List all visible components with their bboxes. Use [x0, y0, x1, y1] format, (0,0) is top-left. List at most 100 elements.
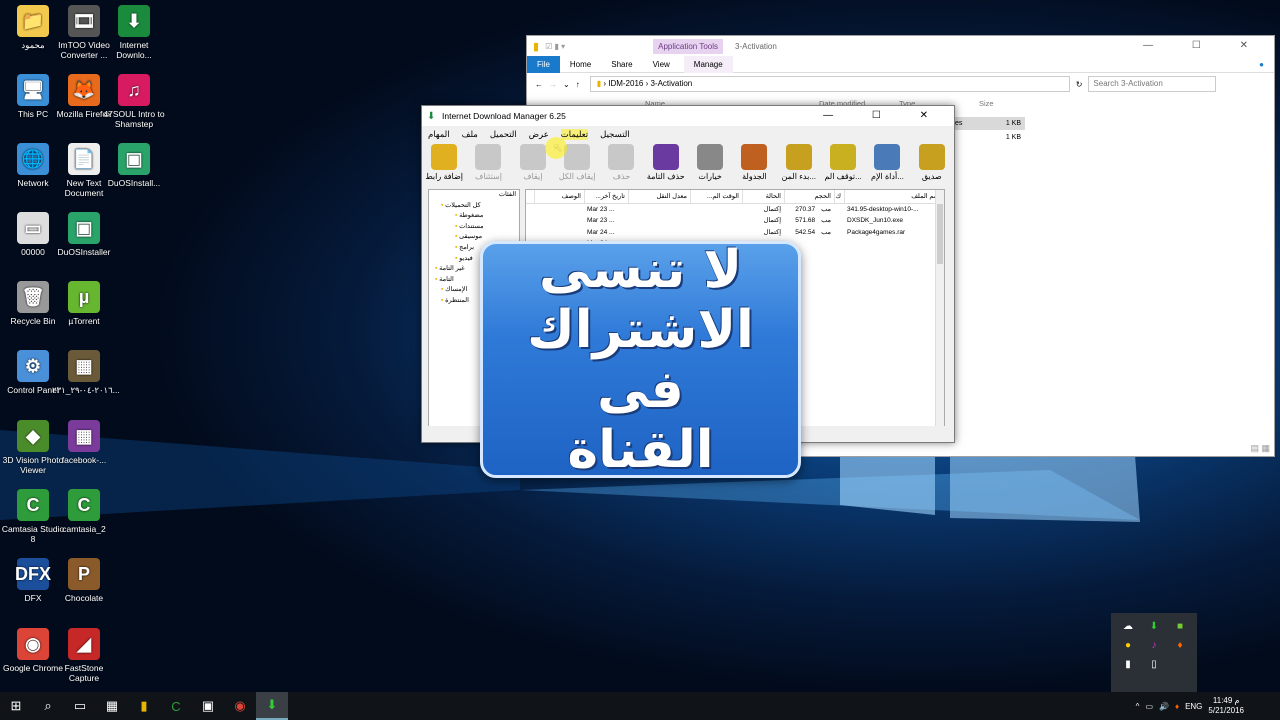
up-icon[interactable]: ↑	[576, 80, 580, 89]
search-input[interactable]: Search 3-Activation	[1088, 76, 1217, 92]
window-controls[interactable]: — ☐ ✕	[1143, 40, 1266, 51]
desktop-icon[interactable]: ♫ 47SOUL Intro to Shamstep	[102, 74, 166, 129]
idm-toolbar-button[interactable]: توقف الم...	[821, 144, 865, 181]
download-row[interactable]: 341.95-desktop-win10-... مب 270.37 إكتمال Ma…	[526, 204, 944, 215]
tray-overflow-popup[interactable]: ☁ ⬇ ■ ● ♪ ♦ ▮ ▯	[1111, 613, 1197, 692]
idm-menu-item[interactable]: تعليمات	[560, 128, 589, 140]
tray-flame-icon[interactable]: ♦	[1167, 640, 1193, 651]
chrome-taskbar-icon[interactable]: ◉	[224, 692, 256, 720]
row-empty-cell	[834, 204, 844, 215]
idm-toolbar-button[interactable]: إستئناف	[466, 144, 510, 181]
column-header[interactable]: الحالة	[742, 190, 784, 203]
tab-view[interactable]: View	[643, 56, 680, 73]
usb-icon[interactable]: ▮	[1115, 659, 1141, 670]
idm-menu-item[interactable]: عرض	[529, 129, 549, 140]
idm-taskbar-icon[interactable]: ⬇	[256, 692, 288, 720]
tab-share[interactable]: Share	[601, 56, 642, 73]
desktop-icon[interactable]: µ µTorrent	[52, 281, 116, 326]
clock[interactable]: 11:49 م 5/21/2016	[1208, 696, 1244, 716]
context-tab-application-tools[interactable]: Application Tools	[653, 38, 723, 54]
toolbar-icon	[564, 144, 591, 170]
back-icon[interactable]: ←	[535, 80, 543, 89]
column-header[interactable]: معدل النقل	[628, 190, 690, 203]
desktop-icon-label: ٢٠١٦-٠٤-٢٩_٢٣١...	[52, 385, 120, 395]
idm-toolbar-button[interactable]: حذف التامة	[644, 144, 688, 181]
tray-media-icon[interactable]: ♪	[1141, 640, 1167, 651]
desktop-icon[interactable]: ▣ DuOSInstall...	[102, 143, 166, 188]
desktop-icon[interactable]: ▦ facebook-...	[52, 420, 116, 465]
column-header[interactable]: الحجم	[784, 190, 834, 203]
nvidia-icon[interactable]: ■	[1167, 621, 1193, 632]
tab-file[interactable]: File	[527, 55, 560, 73]
view-toggle-icons[interactable]: ▤ ▦	[1250, 443, 1270, 454]
breadcrumb-3activation[interactable]: 3-Activation	[650, 79, 692, 88]
idm-menu-item[interactable]: المهام	[428, 129, 450, 140]
app-icon: P	[68, 558, 100, 590]
notification-icon-fire[interactable]: ♦	[1175, 702, 1179, 711]
network-icon[interactable]: ▭	[1145, 702, 1153, 711]
help-icon[interactable]: ●	[1249, 56, 1274, 73]
breadcrumb-idm2016[interactable]: IDM-2016	[608, 79, 643, 88]
forward-icon[interactable]: →	[549, 80, 557, 89]
idm-toolbar-button[interactable]: الجدولة	[732, 144, 776, 181]
idm-tray-icon[interactable]: ⬇	[1141, 621, 1167, 632]
quick-access-icons[interactable]: ☑ ▮ ▾	[545, 42, 565, 51]
category-item[interactable]: ▪ مضغوطة	[433, 211, 519, 222]
tab-manage[interactable]: Manage	[683, 55, 733, 73]
start-button[interactable]: ⊞	[0, 692, 32, 720]
idm-toolbar-button[interactable]: حذف	[599, 144, 643, 181]
column-header[interactable]: تاريخ آخر...	[584, 190, 628, 203]
taskbar-video-app-icon[interactable]: ▦	[96, 692, 128, 720]
download-list-header: إسم الملف ك الحجم الحالة الوقت الم... معدل ال…	[526, 190, 944, 204]
idm-window-controls[interactable]: — ☐ ✕	[823, 110, 946, 121]
refresh-icon[interactable]: ↻	[1076, 80, 1083, 89]
toolbar-label: الجدولة	[742, 172, 767, 181]
column-header[interactable]: الوصف	[534, 190, 584, 203]
volume-icon[interactable]: 🔊	[1159, 702, 1169, 711]
desktop-icon[interactable]: ⬇ Internet Downlo...	[102, 5, 166, 60]
toolbar-icon	[918, 144, 945, 170]
row-empty-cell	[834, 317, 844, 328]
desktop-icon[interactable]: ▣ DuOSInstaller	[52, 212, 116, 257]
file-explorer-taskbar-icon[interactable]: ▮	[128, 692, 160, 720]
category-item[interactable]: ▪ مستندات	[433, 222, 519, 233]
idm-toolbar-button[interactable]: بدء المن...	[777, 144, 821, 181]
idm-menu-item[interactable]: التحميل	[490, 129, 517, 140]
address-bar[interactable]: ▮ › IDM-2016 › 3-Activation	[589, 76, 1070, 92]
desktop-icon[interactable]: P Chocolate	[52, 558, 116, 603]
camtasia-taskbar-icon[interactable]: C	[160, 692, 192, 720]
column-header[interactable]: الوقت الم...	[690, 190, 742, 203]
search-icon[interactable]: ⌕	[32, 692, 64, 720]
col-size[interactable]: Size	[979, 99, 994, 108]
tab-home[interactable]: Home	[560, 56, 601, 73]
tray-app-icon[interactable]: ●	[1115, 640, 1141, 651]
row-name	[844, 373, 944, 384]
idm-toolbar-button[interactable]: إضافة رابط	[422, 144, 466, 181]
recent-icon[interactable]: ⌄	[563, 80, 570, 89]
column-header[interactable]: ك	[834, 190, 844, 203]
tray-up-arrow-icon[interactable]: ^	[1136, 702, 1140, 711]
idm-toolbar-button[interactable]: خيارات	[688, 144, 732, 181]
idm-toolbar-button[interactable]: أداة الإم...	[865, 144, 909, 181]
idm-menu-item[interactable]: ملف	[462, 129, 478, 140]
file-row-selected[interactable]: es 1 KB	[955, 117, 1025, 130]
vertical-scrollbar[interactable]	[935, 190, 944, 431]
taskbar: ⊞ ⌕ ▭ ▦ ▮ C ▣ ◉ ⬇ ^ ▭ 🔊 ♦ ENG 11:49 م 5/…	[0, 692, 1280, 720]
idm-menu-item[interactable]: التسجيل	[600, 129, 630, 140]
download-row[interactable]: DXSDK_Jun10.exe مب 571.68 إكتمال Mar 23 ...	[526, 215, 944, 226]
cloud-icon[interactable]: ☁	[1115, 621, 1141, 632]
task-view-icon[interactable]: ▭	[64, 692, 96, 720]
idm-titlebar: ⬇ Internet Download Manager 6.25 — ☐ ✕	[422, 106, 954, 126]
desktop-icon[interactable]: ▦ ٢٠١٦-٠٤-٢٩_٢٣١...	[52, 350, 120, 395]
desktop-icon[interactable]: ◢ FastStone Capture	[52, 628, 116, 683]
file-row[interactable]: 1 KB	[955, 131, 1025, 144]
desktop-icon[interactable]: Ccamtasia_2	[52, 489, 116, 534]
column-header[interactable]: إسم الملف	[844, 190, 944, 203]
file-type: es	[955, 120, 963, 127]
store-icon[interactable]: ▣	[192, 692, 224, 720]
download-row[interactable]: Package4games.rar مب 542.54 إكتمال Mar 24 ..…	[526, 227, 944, 238]
tray-device-icon[interactable]: ▯	[1141, 659, 1167, 670]
category-item[interactable]: ▪ كل التحميلات	[433, 201, 519, 212]
language-indicator[interactable]: ENG	[1185, 702, 1202, 711]
idm-toolbar-button[interactable]: صديق	[910, 144, 954, 181]
